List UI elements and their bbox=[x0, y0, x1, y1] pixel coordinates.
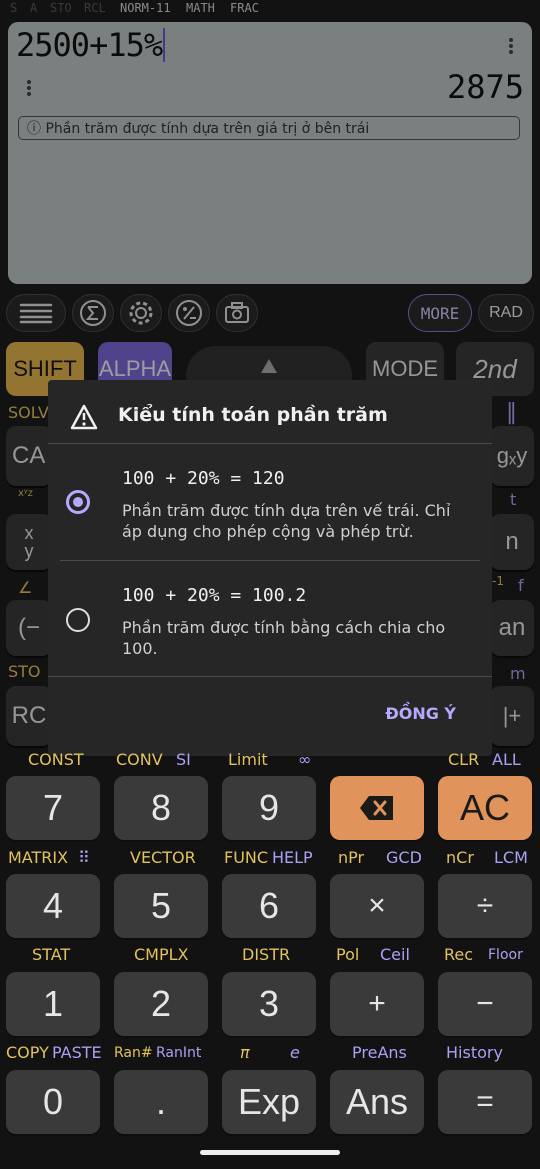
backspace-key[interactable] bbox=[330, 776, 424, 840]
key-9[interactable]: 9 bbox=[222, 776, 316, 840]
option-1-description: Phần trăm được tính dựa trên vế trái. Ch… bbox=[122, 501, 451, 541]
key-4[interactable]: 4 bbox=[6, 874, 100, 938]
option-2-formula: 100 + 20% = 100.2 bbox=[122, 585, 307, 606]
rec-label: Rec bbox=[444, 945, 474, 964]
warning-icon bbox=[70, 404, 98, 430]
key-3[interactable]: 3 bbox=[222, 972, 316, 1036]
divider bbox=[48, 676, 492, 677]
help-label: HELP bbox=[272, 848, 313, 867]
option-2-description: Phần trăm được tính bằng cách chia cho 1… bbox=[122, 618, 446, 658]
key-2[interactable]: 2 bbox=[114, 972, 208, 1036]
decimal-key[interactable]: . bbox=[114, 1070, 208, 1134]
copy-label: COPY bbox=[6, 1043, 49, 1062]
backspace-icon bbox=[360, 796, 393, 820]
matrix-grid-icon: ⠿ bbox=[78, 848, 90, 867]
func-label: FUNC bbox=[224, 848, 269, 867]
percent-mode-dialog: Kiểu tính toán phần trăm 100 + 20% = 120… bbox=[48, 380, 492, 756]
divider bbox=[48, 443, 492, 444]
option-1-formula: 100 + 20% = 120 bbox=[122, 468, 285, 489]
ok-button[interactable]: ĐỒNG Ý bbox=[385, 704, 456, 723]
infinity-label: ∞ bbox=[298, 750, 312, 769]
vector-label: VECTOR bbox=[130, 848, 196, 867]
ac-key[interactable]: AC bbox=[438, 776, 532, 840]
gcd-label: GCD bbox=[386, 848, 422, 867]
matrix-label: MATRIX bbox=[8, 848, 69, 867]
limit-label: Limit bbox=[228, 750, 268, 769]
history-label: History bbox=[446, 1043, 503, 1062]
ans-key[interactable]: Ans bbox=[330, 1070, 424, 1134]
exp-key[interactable]: Exp bbox=[222, 1070, 316, 1134]
dialog-title: Kiểu tính toán phần trăm bbox=[118, 404, 388, 426]
stat-label: STAT bbox=[32, 945, 71, 964]
si-label: SI bbox=[176, 750, 191, 769]
radio-divide-100[interactable] bbox=[66, 608, 90, 632]
equals-key[interactable]: = bbox=[438, 1070, 532, 1134]
home-indicator[interactable] bbox=[200, 1150, 340, 1155]
conv-label: CONV bbox=[116, 750, 163, 769]
pol-label: Pol bbox=[336, 945, 360, 964]
key-1[interactable]: 1 bbox=[6, 972, 100, 1036]
radio-left-side[interactable] bbox=[66, 490, 90, 514]
divide-key[interactable]: ÷ bbox=[438, 874, 532, 938]
ncr-label: nCr bbox=[446, 848, 474, 867]
e-label: e bbox=[290, 1043, 300, 1062]
distr-label: DISTR bbox=[242, 945, 291, 964]
pi-label: π bbox=[240, 1043, 250, 1062]
key-7[interactable]: 7 bbox=[6, 776, 100, 840]
const-label: CONST bbox=[28, 750, 84, 769]
ranint-label: RanInt bbox=[156, 1045, 202, 1061]
key-0[interactable]: 0 bbox=[6, 1070, 100, 1134]
divider bbox=[60, 560, 480, 561]
plus-key[interactable]: + bbox=[330, 972, 424, 1036]
ceil-label: Ceil bbox=[380, 945, 410, 964]
ran-label: Ran# bbox=[114, 1045, 153, 1061]
paste-label: PASTE bbox=[52, 1043, 102, 1062]
clr-label: CLR bbox=[448, 750, 480, 769]
multiply-key[interactable]: × bbox=[330, 874, 424, 938]
all-label: ALL bbox=[492, 750, 521, 769]
preans-label: PreAns bbox=[352, 1043, 407, 1062]
floor-label: Floor bbox=[488, 947, 523, 963]
key-8[interactable]: 8 bbox=[114, 776, 208, 840]
lcm-label: LCM bbox=[494, 848, 528, 867]
npr-label: nPr bbox=[338, 848, 365, 867]
key-6[interactable]: 6 bbox=[222, 874, 316, 938]
cmplx-label: CMPLX bbox=[134, 945, 189, 964]
minus-key[interactable]: − bbox=[438, 972, 532, 1036]
key-5[interactable]: 5 bbox=[114, 874, 208, 938]
